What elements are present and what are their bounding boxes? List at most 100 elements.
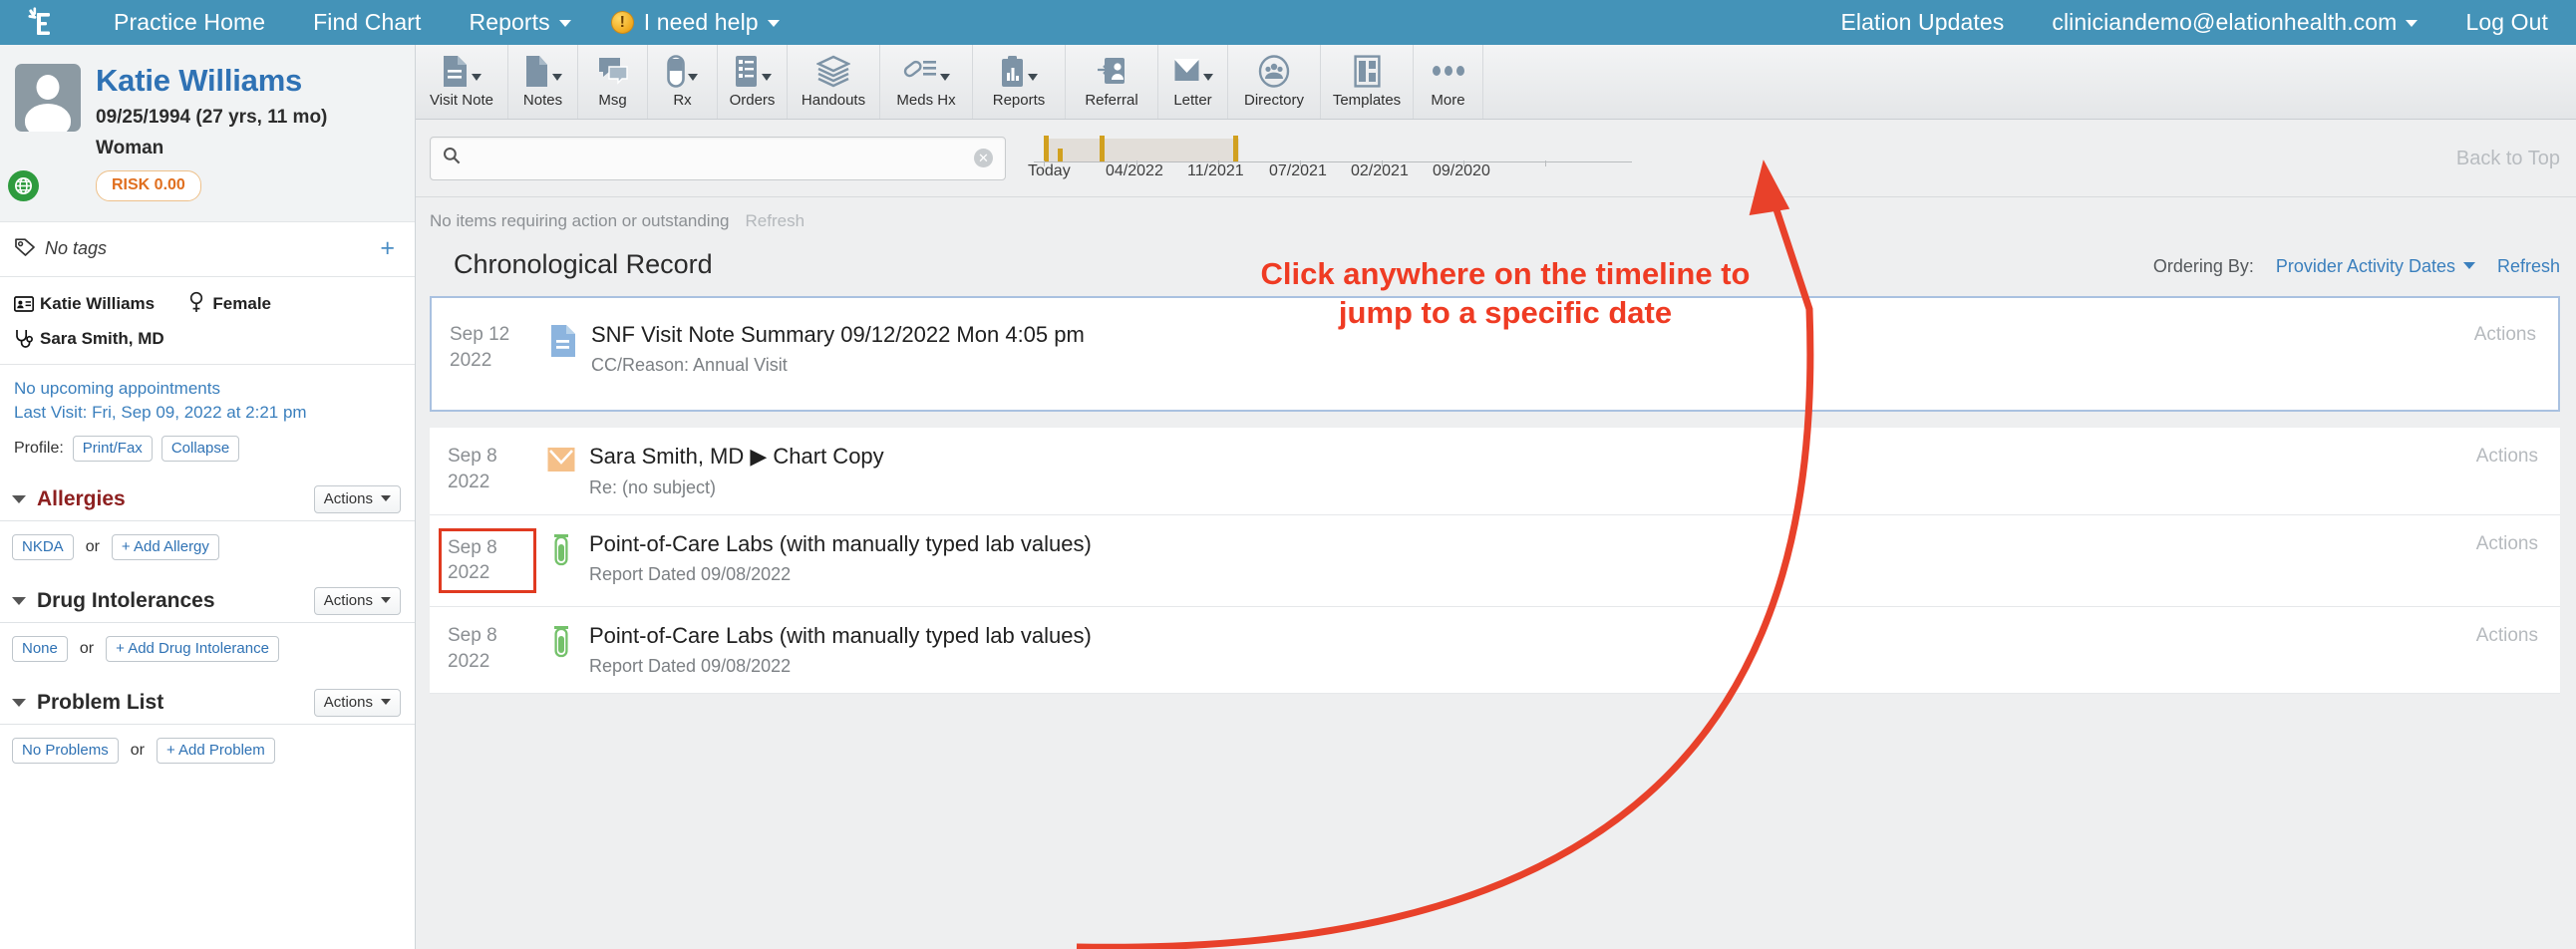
record-title-text[interactable]: SNF Visit Note Summary 09/12/2022 Mon 4:… <box>591 322 2474 348</box>
record-actions-link[interactable]: Actions <box>2476 531 2560 555</box>
status-badge[interactable]: RISK 0.00 <box>96 169 201 201</box>
record-title: Chronological Record <box>454 249 713 279</box>
record-subtitle: CC/Reason: Annual Visit <box>591 355 788 376</box>
ordering-label: Ordering By: <box>2152 256 2254 276</box>
toolbar-button-more[interactable]: More <box>1414 45 1483 119</box>
add-allergy-button[interactable]: + Add Allergy <box>111 533 219 560</box>
table-row[interactable]: Sep 8 2022 Point-of-Care Labs (with manua… <box>430 607 2560 695</box>
allergies-actions-dropdown[interactable]: Actions <box>313 484 401 513</box>
avatar[interactable] <box>0 61 96 201</box>
nav-link-i-need-help[interactable]: I need help <box>644 0 804 45</box>
section-header-problem-list[interactable]: Problem List Actions <box>0 675 415 725</box>
timeline-label-092020[interactable]: 09/2020 <box>1433 162 1490 180</box>
nav-link-find-chart[interactable]: Find Chart <box>289 0 445 45</box>
record-title-text[interactable]: Point-of-Care Labs (with manually typed … <box>589 531 2476 557</box>
id-card-icon <box>14 296 40 312</box>
last-visit-link[interactable]: Last Visit: Fri, Sep 09, 2022 at 2:21 pm <box>14 401 401 426</box>
secondary-nav-links: Elation Updates cliniciandemo@elationhea… <box>1816 0 2548 45</box>
plus-icon[interactable]: + <box>380 236 401 261</box>
status-refresh-link[interactable]: Refresh <box>746 211 805 231</box>
record-title-text[interactable]: Sara Smith, MD ▶ Chart Copy <box>589 444 2476 470</box>
toolbar-button-visit-note[interactable]: Visit Note <box>416 45 508 119</box>
toolbar-button-referral[interactable]: Referral <box>1066 45 1158 119</box>
record-subtitle: Report Dated 09/08/2022 <box>589 656 792 677</box>
timeline-label-072021[interactable]: 07/2021 <box>1269 162 1327 180</box>
table-row[interactable]: Sep 12 2022 SNF Visit Note Summary 09/12/… <box>430 296 2560 413</box>
nav-link-practice-home[interactable]: Practice Home <box>90 0 289 45</box>
record-header: Chronological Record Ordering By: Provid… <box>416 237 2576 296</box>
no-problems-button[interactable]: No Problems <box>12 737 119 764</box>
problem-list-actions-dropdown[interactable]: Actions <box>313 688 401 717</box>
add-drug-intolerance-button[interactable]: + Add Drug Intolerance <box>106 635 279 662</box>
toolbar-button-meds-hx[interactable]: Meds Hx <box>880 45 973 119</box>
nkda-button[interactable]: NKDA <box>12 533 74 560</box>
patient-sidebar: Katie Williams 09/25/1994 (27 yrs, 11 mo… <box>0 45 416 949</box>
toolbar-label: Orders <box>729 92 776 109</box>
nav-link-reports[interactable]: Reports <box>446 0 595 45</box>
toolbar-label: Templates <box>1332 92 1402 109</box>
back-to-top-link[interactable]: Back to Top <box>2456 148 2560 170</box>
allergies-chip-row: NKDA or + Add Allergy <box>0 521 415 573</box>
toolbar-button-letter[interactable]: Letter <box>1158 45 1228 119</box>
record-title-text[interactable]: Point-of-Care Labs (with manually typed … <box>589 623 2476 649</box>
chevron-down-icon[interactable] <box>12 494 26 503</box>
section-header-drug-intolerances[interactable]: Drug Intolerances Actions <box>0 573 415 623</box>
tags-row: No tags + <box>0 222 415 277</box>
timeline-label-today[interactable]: Today <box>1028 162 1071 180</box>
record-refresh-link[interactable]: Refresh <box>2497 256 2560 277</box>
page-title[interactable]: Katie Williams <box>96 63 327 99</box>
collapse-button[interactable]: Collapse <box>161 435 240 462</box>
timeline-axis[interactable] <box>1034 135 1632 166</box>
toolbar-button-rx[interactable]: Rx <box>648 45 718 119</box>
table-row[interactable]: Sep 8 2022 Sara Smith, MD ▶ Chart Copy Re… <box>430 428 2560 515</box>
timeline-scrubber[interactable]: Today 04/2022 11/2021 07/2021 02/2021 09… <box>1028 129 1632 188</box>
timeline-label-042022[interactable]: 04/2022 <box>1106 162 1163 180</box>
add-problem-button[interactable]: + Add Problem <box>156 737 275 764</box>
search-timeline-row: ✕ Today 04/2022 11/2021 07/2021 02/2021 … <box>416 120 2576 197</box>
record-actions-link[interactable]: Actions <box>2476 623 2560 647</box>
toolbar-button-notes[interactable]: Notes <box>508 45 578 119</box>
drug-intolerances-actions-dropdown[interactable]: Actions <box>313 586 401 615</box>
identity-name: Katie Williams <box>40 294 156 314</box>
record-actions-link[interactable]: Actions <box>2476 444 2560 468</box>
search-icon <box>443 147 461 169</box>
record-date: Sep 12 2022 <box>450 324 510 371</box>
stethoscope-icon <box>14 328 40 350</box>
timeline-label-022021[interactable]: 02/2021 <box>1351 162 1409 180</box>
none-button[interactable]: None <box>12 635 68 662</box>
identity-details: Katie Williams Female Sara Smith, MD <box>0 277 415 365</box>
no-upcoming-appointments-link[interactable]: No upcoming appointments <box>14 377 401 402</box>
toolbar-button-orders[interactable]: Orders <box>718 45 788 119</box>
nav-link-elation-updates[interactable]: Elation Updates <box>1816 0 2028 45</box>
nav-link-user-account[interactable]: cliniciandemo@elationhealth.com <box>2028 0 2441 45</box>
search-input[interactable] <box>471 148 974 168</box>
timeline-marker <box>1100 135 1105 161</box>
toolbar-button-msg[interactable]: Msg <box>578 45 648 119</box>
nav-help-group[interactable]: ! I need help <box>595 0 804 45</box>
identity-name-row: Katie Williams Female <box>14 291 401 318</box>
record-date: Sep 8 2022 <box>439 527 536 594</box>
status-message: No items requiring action or outstanding <box>430 211 730 230</box>
ordering-dropdown[interactable]: Provider Activity Dates <box>2276 256 2475 277</box>
chevron-down-icon[interactable] <box>12 596 26 605</box>
elation-logo-icon[interactable] <box>18 1 62 45</box>
toolbar-button-handouts[interactable]: Handouts <box>788 45 880 119</box>
section-header-allergies[interactable]: Allergies Actions <box>0 472 415 521</box>
print-fax-button[interactable]: Print/Fax <box>72 435 153 462</box>
search-box[interactable]: ✕ <box>430 136 1006 180</box>
ordering-controls: Ordering By: Provider Activity Dates Ref… <box>2153 256 2560 280</box>
toolbar-button-directory[interactable]: Directory <box>1228 45 1321 119</box>
chevron-down-icon[interactable] <box>12 698 26 707</box>
table-row[interactable]: Sep 8 2022 Point-of-Care Labs (with manua… <box>430 514 2560 608</box>
record-actions-link[interactable]: Actions <box>2474 322 2558 346</box>
record-date: Sep 8 2022 <box>448 625 497 672</box>
section-title-allergies: Allergies <box>37 486 126 510</box>
clear-circle-icon[interactable]: ✕ <box>974 149 993 167</box>
patient-header: Katie Williams 09/25/1994 (27 yrs, 11 mo… <box>0 45 415 222</box>
toolbar-button-reports[interactable]: Reports <box>973 45 1066 119</box>
toolbar-label: Directory <box>1243 92 1304 109</box>
record-subtitle: Report Dated 09/08/2022 <box>589 564 792 585</box>
toolbar-button-templates[interactable]: Templates <box>1321 45 1414 119</box>
timeline-label-112021[interactable]: 11/2021 <box>1187 162 1244 180</box>
nav-link-log-out[interactable]: Log Out <box>2441 0 2548 45</box>
